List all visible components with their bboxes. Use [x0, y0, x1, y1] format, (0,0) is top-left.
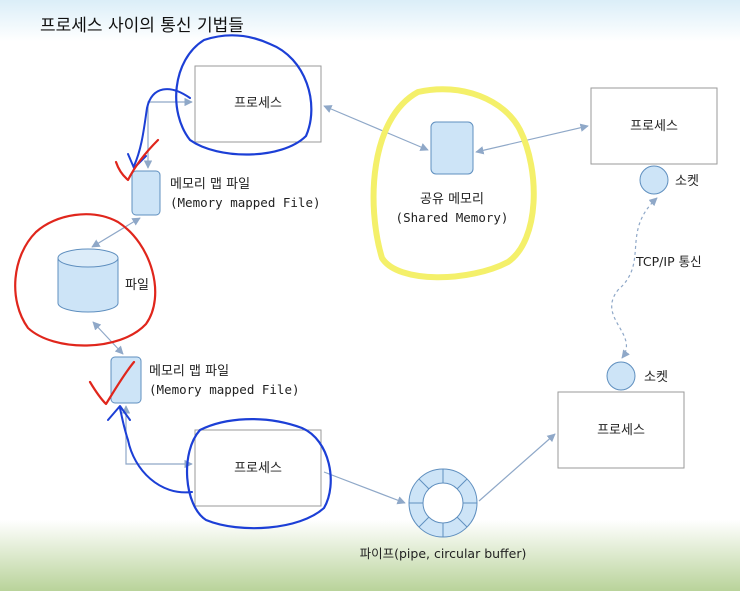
shm-label: 공유 메모리 [420, 192, 484, 207]
page-title: 프로세스 사이의 통신 기법들 [40, 16, 244, 36]
file-cylinder [57, 248, 119, 313]
socket-label-top: 소켓 [675, 174, 699, 189]
mmap-label-top: 메모리 맵 파일 [170, 177, 250, 192]
tcp-label: TCP/IP 통신 [635, 254, 702, 269]
process-label: 프로세스 [630, 119, 678, 134]
mmap-sub-top: (Memory mapped File) [170, 195, 321, 210]
socket-bottom [606, 361, 636, 391]
shared-memory-node [430, 121, 474, 175]
ipc-diagram: 프로세스 사이의 통신 기법들 프로세스 프로세스 프로세스 프로세스 메모리 … [0, 0, 740, 591]
process-box-top-left: 프로세스 [194, 65, 322, 143]
pipe-ring [408, 468, 478, 538]
socket-label-bottom: 소켓 [644, 370, 668, 385]
process-label: 프로세스 [234, 96, 282, 111]
process-box-bottom-right: 프로세스 [557, 391, 685, 469]
process-label: 프로세스 [234, 461, 282, 476]
pipe-label: 파이프(pipe, circular buffer) [360, 546, 527, 561]
shm-sub: (Shared Memory) [396, 210, 509, 225]
mmap-node-top [131, 170, 161, 216]
process-box-bottom-left: 프로세스 [194, 429, 322, 507]
process-label: 프로세스 [597, 423, 645, 438]
mmap-label-bottom: 메모리 맵 파일 [149, 364, 229, 379]
socket-top [639, 165, 669, 195]
file-label: 파일 [125, 278, 149, 293]
mmap-sub-bottom: (Memory mapped File) [149, 382, 300, 397]
process-box-top-right: 프로세스 [590, 87, 718, 165]
mmap-node-bottom [110, 356, 142, 404]
